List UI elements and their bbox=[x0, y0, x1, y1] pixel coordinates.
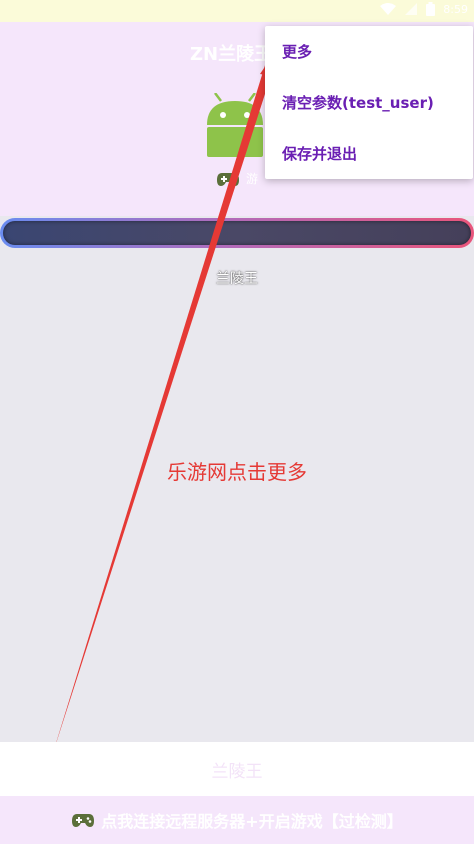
annotation-text: 乐游网点击更多 bbox=[167, 460, 307, 484]
status-icons: 8:59 bbox=[380, 2, 468, 16]
bottom-label: 兰陵王 bbox=[211, 762, 263, 782]
menu-item-clear-params[interactable]: 清空参数(test_user) bbox=[282, 92, 434, 113]
menu-item-save-exit[interactable]: 保存并退出 bbox=[282, 143, 357, 164]
connect-server-button[interactable]: 点我连接远程服务器+开启游戏【过检测】 bbox=[0, 796, 474, 844]
app-title: ZN兰陵王 bbox=[190, 44, 273, 65]
gamepad-icon bbox=[217, 172, 239, 186]
connect-server-label: 点我连接远程服务器+开启游戏【过检测】 bbox=[101, 812, 403, 831]
game-name-label: 兰陵王 bbox=[216, 271, 258, 287]
overflow-menu: 更多 清空参数(test_user) 保存并退出 bbox=[265, 26, 473, 179]
signal-icon bbox=[405, 3, 418, 15]
battery-icon bbox=[426, 2, 436, 16]
menu-item-more[interactable]: 更多 bbox=[282, 41, 312, 62]
game-row-label: 游 bbox=[246, 172, 259, 186]
progress-bar-track bbox=[3, 221, 471, 245]
android-icon bbox=[207, 93, 263, 157]
game-row: 游 bbox=[216, 170, 258, 187]
status-bar: 8:59 bbox=[0, 0, 474, 22]
wifi-icon bbox=[380, 3, 397, 15]
progress-bar bbox=[0, 218, 474, 248]
gamepad-icon bbox=[72, 814, 95, 827]
status-time: 8:59 bbox=[443, 2, 468, 16]
